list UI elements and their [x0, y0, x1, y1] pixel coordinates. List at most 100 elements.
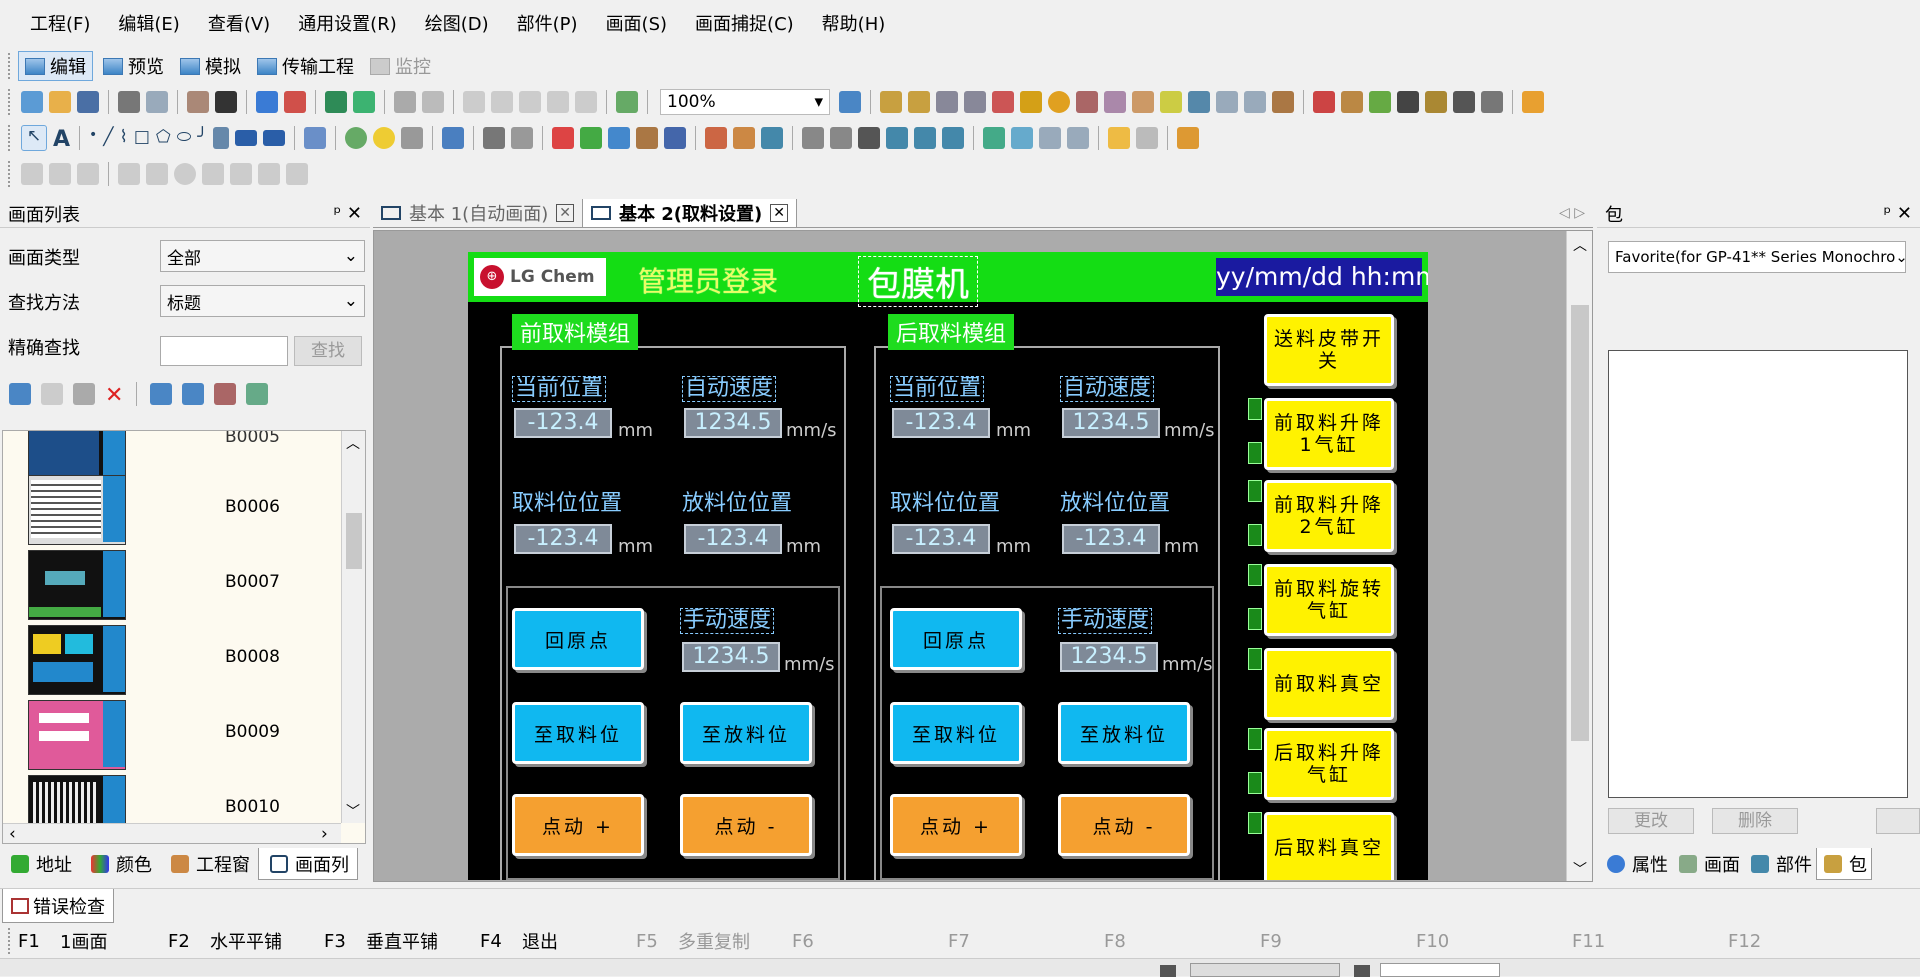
display-icon[interactable] [839, 91, 861, 113]
recipe-icon[interactable] [1104, 91, 1126, 113]
screen-list-icon[interactable] [182, 383, 205, 405]
alarm-part-icon[interactable] [705, 127, 728, 149]
align-left-icon[interactable] [21, 163, 43, 185]
menu-view[interactable]: 查看(V) [194, 0, 284, 50]
logging-icon[interactable] [1076, 91, 1098, 113]
close-icon[interactable]: ✕ [1897, 203, 1912, 224]
lamp-tool-icon[interactable] [373, 127, 396, 149]
list-part-icon[interactable] [830, 127, 853, 149]
rear-jog-minus-button[interactable]: 点动 - [1058, 794, 1190, 856]
copy-screen-icon[interactable] [41, 383, 63, 405]
screen-sort-icon[interactable] [246, 383, 269, 405]
sound-icon[interactable] [1160, 91, 1182, 113]
undo-icon[interactable] [394, 91, 416, 113]
trend-icon[interactable] [1216, 91, 1238, 113]
menu-screen[interactable]: 画面(S) [592, 0, 681, 50]
exact-search-input[interactable] [160, 336, 288, 366]
alarm-icon[interactable] [1048, 91, 1070, 113]
list-item[interactable]: B0005 [225, 431, 280, 447]
rear-auto-speed-value[interactable]: 1234.5 [1062, 408, 1160, 438]
wizard-icon[interactable] [1397, 91, 1419, 113]
close-icon[interactable]: ✕ [347, 203, 362, 224]
ladder-3-icon[interactable] [258, 163, 280, 185]
front-to-pick-button[interactable]: 至取料位 [512, 702, 644, 764]
image-icon[interactable] [1011, 127, 1034, 149]
movie-icon[interactable] [983, 127, 1006, 149]
list-item[interactable]: B0009 [225, 722, 280, 742]
display-part-icon[interactable] [914, 127, 937, 149]
search-button[interactable]: 查找 [294, 336, 362, 366]
scroll-thumb[interactable] [1571, 305, 1589, 741]
tab-scroll-arrows-icon[interactable]: ◁ ▷ [1559, 205, 1585, 221]
thumbnail-b0006[interactable] [28, 475, 126, 545]
thumbnail-b0009[interactable] [28, 700, 126, 770]
sampling-icon[interactable] [1132, 91, 1154, 113]
slider-icon[interactable] [664, 127, 687, 149]
front-jog-minus-button[interactable]: 点动 - [680, 794, 812, 856]
tab-screen[interactable]: 画面 [1672, 848, 1744, 880]
scroll-thumb[interactable] [346, 513, 362, 569]
tab-parts[interactable]: 部件 [1744, 848, 1816, 880]
pin-icon[interactable]: ᵖ [1883, 203, 1891, 224]
screen-part-icon[interactable] [942, 127, 965, 149]
rear-current-pos-value[interactable]: -123.4 [892, 408, 990, 438]
coil-icon[interactable] [174, 163, 196, 185]
front-vacuum-button[interactable]: 前取料真空 [1264, 648, 1394, 720]
zoom-slider[interactable] [1190, 963, 1340, 977]
rear-home-button[interactable]: 回原点 [890, 608, 1022, 670]
new-screen-icon[interactable] [256, 91, 278, 113]
xy-graph-icon[interactable] [608, 127, 631, 149]
preview-mode-button[interactable]: 预览 [97, 51, 170, 81]
tab-project-window[interactable]: 工程窗 [160, 848, 258, 880]
f12-key[interactable]: F12 [1728, 931, 1868, 952]
front-current-pos-value[interactable]: -123.4 [514, 408, 612, 438]
pen-icon[interactable] [511, 127, 534, 149]
f3-key[interactable]: F3 垂直平铺 [324, 928, 480, 954]
rear-manual-speed-value[interactable]: 1234.5 [1060, 642, 1158, 672]
paste-screen-icon[interactable] [73, 383, 95, 405]
delete-screen-icon[interactable]: ✕ [105, 383, 123, 408]
drive-icon[interactable] [858, 127, 881, 149]
find-method-select[interactable]: 标题 ⌄ [160, 285, 365, 317]
ladder-icon[interactable] [202, 163, 224, 185]
front-lift-cyl2-button[interactable]: 前取料升降 2气缸 [1264, 480, 1394, 552]
rear-to-pick-button[interactable]: 至取料位 [890, 702, 1022, 764]
rectangle-tool-icon[interactable]: □ [134, 127, 150, 149]
duplicate-icon[interactable] [547, 91, 569, 113]
scroll-right-icon[interactable]: › [321, 824, 328, 843]
horizontal-scrollbar[interactable]: ‹ › [3, 823, 341, 843]
paint-icon[interactable] [1177, 127, 1200, 149]
open-icon[interactable] [49, 91, 71, 113]
ladder-4-icon[interactable] [286, 163, 308, 185]
timer-icon[interactable] [1136, 127, 1159, 149]
scroll-up-icon[interactable]: ︿ [1573, 235, 1587, 255]
new-icon[interactable] [21, 91, 43, 113]
rear-lift-cyl-button[interactable]: 后取料升降 气缸 [1264, 728, 1394, 800]
print-icon[interactable] [118, 91, 140, 113]
history-icon[interactable] [733, 127, 756, 149]
list-item[interactable]: B0008 [225, 647, 280, 667]
touch-icon[interactable] [1108, 127, 1131, 149]
screen-type-select[interactable]: 全部 ⌄ [160, 240, 365, 272]
open-screen-icon[interactable] [284, 91, 306, 113]
import-icon[interactable] [325, 91, 347, 113]
scroll-down-icon[interactable]: ﹀ [1573, 859, 1587, 879]
tab-properties[interactable]: 属性 [1600, 848, 1672, 880]
front-auto-speed-value[interactable]: 1234.5 [684, 408, 782, 438]
menu-edit[interactable]: 编辑(E) [104, 0, 193, 50]
cross-ref-icon[interactable] [936, 91, 958, 113]
tab-address[interactable]: 地址 [0, 848, 80, 880]
meter-icon[interactable] [636, 127, 659, 149]
pin-icon[interactable]: ᵖ [333, 203, 341, 224]
menu-project[interactable]: 工程(F) [16, 0, 104, 50]
f5-key[interactable]: F5 多重复制 [636, 928, 792, 954]
f1-key[interactable]: F1 1画面 [18, 928, 168, 954]
menu-draw[interactable]: 绘图(D) [411, 0, 503, 50]
grab-icon[interactable] [187, 91, 209, 113]
scroll-down-icon[interactable]: ﹀ [346, 801, 360, 821]
script-icon[interactable] [992, 91, 1014, 113]
picture-icon[interactable] [761, 127, 784, 149]
trend-2-icon[interactable] [1244, 91, 1266, 113]
align-top-icon[interactable] [49, 163, 71, 185]
file-2-icon[interactable] [1067, 127, 1090, 149]
